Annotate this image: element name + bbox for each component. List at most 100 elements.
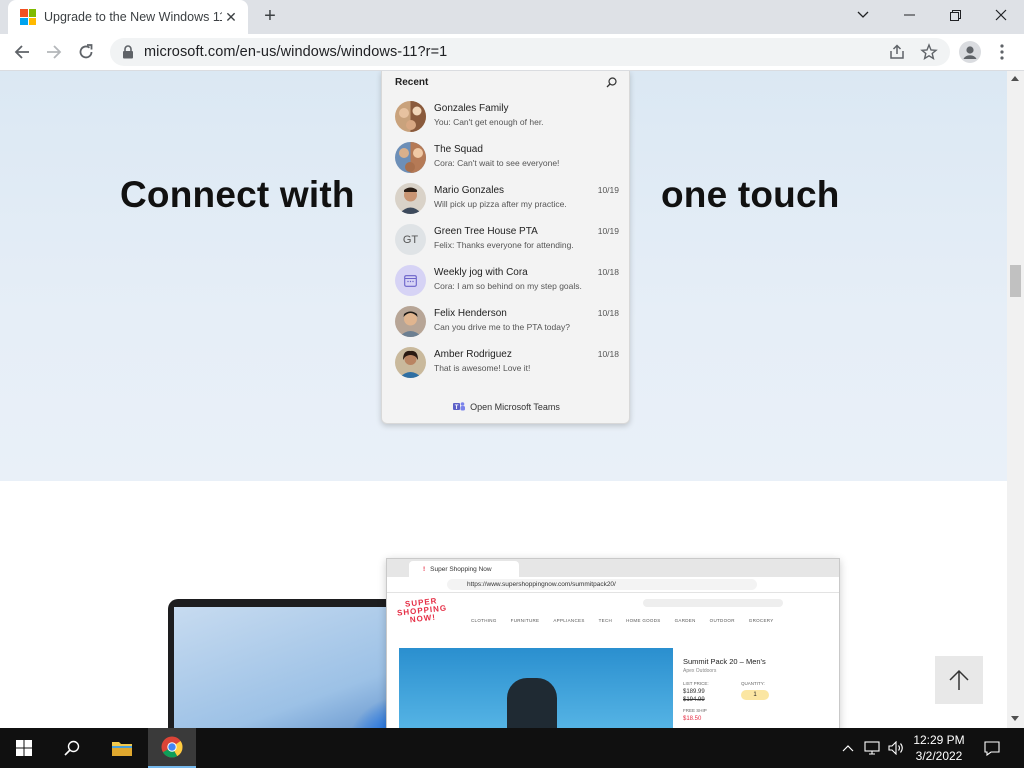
chat-item-date: 10/18 (597, 349, 619, 359)
mockup-free-ship-value: $18.50 (683, 716, 702, 722)
chat-item-date: 10/18 (597, 267, 619, 277)
mockup-url: https://www.supershoppingnow.com/summitp… (447, 579, 757, 590)
start-button[interactable] (0, 728, 48, 768)
browser-tab[interactable]: Upgrade to the New Windows 11 ✕ (8, 0, 248, 34)
mockup-qty: 1 (741, 690, 769, 700)
person-avatar-icon (395, 183, 426, 214)
teams-icon: T (453, 402, 466, 411)
bookmark-star-icon[interactable] (920, 43, 938, 61)
notifications-icon[interactable] (982, 738, 1002, 758)
chat-item: Weekly jog with Cora Cora: I am so behin… (395, 264, 619, 298)
chat-item-message: Will pick up pizza after my practice. (434, 199, 567, 209)
group-avatar-icon (395, 101, 426, 132)
chat-item-name: The Squad (434, 144, 483, 155)
chat-item: Amber Rodriguez That is awesome! Love it… (395, 346, 619, 380)
mockup-nav-item: CLOTHING (471, 618, 497, 623)
chat-item-name: Weekly jog with Cora (434, 267, 528, 278)
mockup-product-info: Summit Pack 20 – Men's Apex Outdoors (683, 657, 766, 674)
search-button[interactable] (48, 728, 96, 768)
svg-text:T: T (455, 405, 459, 411)
tab-close-icon[interactable]: ✕ (222, 8, 240, 26)
mockup-favicon-icon: ! (423, 565, 426, 573)
mockup-product-brand: Apex Outdoors (683, 668, 717, 674)
person-avatar-icon (395, 306, 426, 337)
back-icon[interactable] (8, 38, 36, 66)
show-hidden-icons-chevron-icon[interactable] (838, 738, 858, 758)
back-to-top-button[interactable] (935, 656, 983, 704)
folder-icon (112, 742, 132, 756)
chat-item-message: Cora: I am so behind on my step goals. (434, 281, 582, 291)
chat-item: Gonzales Family You: Can't get enough of… (395, 100, 619, 134)
volume-icon[interactable] (886, 738, 906, 758)
address-bar[interactable]: microsoft.com/en-us/windows/windows-11?r… (110, 38, 950, 66)
network-icon[interactable] (862, 738, 882, 758)
mockup-product-name: Summit Pack 20 – Men's (683, 657, 766, 666)
chat-item-name: Felix Henderson (434, 308, 507, 319)
chat-item-name: Mario Gonzales (434, 185, 505, 196)
search-icon (606, 76, 617, 87)
mockup-old-price: $194.99 (683, 697, 705, 703)
share-icon[interactable] (888, 43, 906, 61)
clock-time: 12:29 PM (913, 733, 965, 747)
restore-icon[interactable] (932, 0, 978, 30)
mockup-nav-item: HOME GOODS (626, 618, 661, 623)
mockup-free-ship-label: FREE SHIP (683, 708, 707, 713)
mockup-nav-item: APPLIANCES (553, 618, 585, 623)
chat-item-name: Gonzales Family (434, 103, 509, 114)
forward-icon[interactable] (40, 38, 68, 66)
chrome-icon (161, 736, 183, 758)
mockup-tab: ! Super Shopping Now (409, 561, 519, 577)
person-avatar-icon (395, 347, 426, 378)
hero-text-left: Connect with (120, 174, 355, 215)
shopping-browser-mockup: ! Super Shopping Now https://www.supersh… (386, 558, 840, 728)
close-window-icon[interactable] (978, 0, 1024, 30)
minimize-icon[interactable] (886, 0, 932, 30)
windows-logo-icon (16, 740, 32, 756)
chat-item-date: 10/18 (597, 308, 619, 318)
open-teams-link[interactable]: T Open Microsoft Teams (382, 401, 631, 412)
chat-item-message: That is awesome! Love it! (434, 363, 531, 373)
tab-strip: Upgrade to the New Windows 11 ✕ + (0, 0, 1024, 34)
chat-item-message: Cora: Can't wait to see everyone! (434, 158, 560, 168)
hiker-silhouette (507, 678, 557, 728)
mockup-tab-title: Super Shopping Now (430, 565, 492, 573)
mockup-nav-item: TECH (598, 618, 613, 623)
taskbar-clock[interactable]: 12:29 PM 3/2/2022 (908, 732, 970, 764)
chat-item-message: Felix: Thanks everyone for attending. (434, 240, 574, 250)
page-content: Connect with one touch Recent Gonzales F… (0, 71, 1007, 728)
browser-toolbar: microsoft.com/en-us/windows/windows-11?r… (0, 34, 1024, 71)
reload-icon[interactable] (72, 38, 100, 66)
teams-chat-panel: Recent Gonzales Family You: Can't get en… (381, 71, 630, 424)
chevron-down-icon[interactable] (840, 0, 886, 30)
group-avatar-icon (395, 142, 426, 173)
chat-item: The Squad Cora: Can't wait to see everyo… (395, 141, 619, 175)
chat-item: Felix Henderson Can you drive me to the … (395, 305, 619, 339)
file-explorer-button[interactable] (98, 728, 146, 768)
clock-date: 3/2/2022 (915, 749, 963, 763)
mockup-toolbar: https://www.supershoppingnow.com/summitp… (387, 577, 839, 593)
chat-header-label: Recent (395, 76, 429, 88)
kebab-menu-icon[interactable] (988, 38, 1016, 66)
chat-item-date: 10/19 (597, 226, 619, 236)
chrome-taskbar-button[interactable] (148, 728, 196, 768)
chat-item: Mario Gonzales Will pick up pizza after … (395, 182, 619, 216)
mockup-search-bar (643, 599, 783, 607)
scroll-up-icon[interactable] (1011, 76, 1019, 81)
chat-item-name: Green Tree House PTA (434, 226, 538, 237)
scroll-thumb[interactable] (1010, 265, 1021, 297)
mockup-product-image (399, 648, 673, 728)
mockup-nav-item: GROCERY (748, 618, 774, 623)
mockup-nav-item: OUTDOOR (709, 618, 735, 623)
page-scrollbar[interactable] (1007, 71, 1024, 728)
profile-avatar-icon[interactable] (956, 38, 984, 66)
search-icon (64, 740, 80, 756)
scroll-down-icon[interactable] (1011, 716, 1019, 721)
mockup-nav-item: FURNITURE (510, 618, 540, 623)
new-tab-button[interactable]: + (258, 6, 282, 28)
super-shopping-logo: SUPER SHOPPING NOW! (396, 596, 448, 625)
tab-title: Upgrade to the New Windows 11 (44, 10, 222, 24)
open-teams-label: Open Microsoft Teams (470, 401, 560, 412)
mockup-price-block: LIST PRICE: $189.99 $194.99 FREE SHIP $1… (683, 680, 709, 723)
mockup-price: $189.99 (683, 689, 705, 695)
arrow-up-icon (949, 669, 969, 690)
